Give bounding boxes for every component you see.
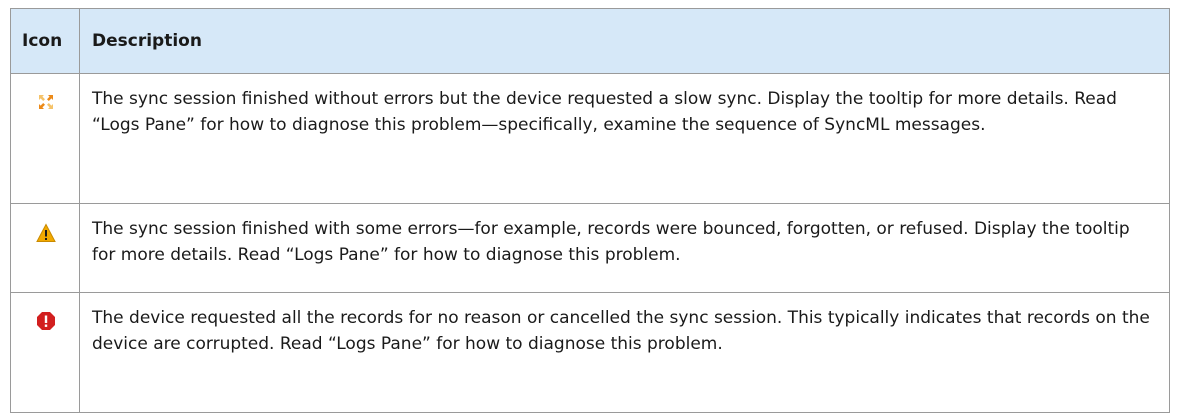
description-cell: The sync session finished without errors… bbox=[79, 73, 1170, 204]
status-icon-table: Icon Description The sync session finish… bbox=[10, 8, 1170, 413]
column-header-icon: Icon bbox=[10, 8, 80, 74]
slow-sync-icon bbox=[36, 92, 56, 112]
error-stop-icon bbox=[36, 311, 56, 331]
icon-cell bbox=[10, 203, 80, 293]
warning-icon bbox=[36, 223, 56, 243]
description-cell: The device requested all the records for… bbox=[79, 292, 1170, 413]
table-row: The sync session finished without errors… bbox=[10, 73, 1170, 204]
table-row: The sync session finished with some erro… bbox=[10, 203, 1170, 293]
icon-cell bbox=[10, 292, 80, 413]
status-icon-table-container: Icon Description The sync session finish… bbox=[10, 8, 1170, 413]
description-cell: The sync session finished with some erro… bbox=[79, 203, 1170, 293]
column-header-description: Description bbox=[79, 8, 1170, 74]
table-row: The device requested all the records for… bbox=[10, 292, 1170, 413]
icon-cell bbox=[10, 73, 80, 204]
table-header-row: Icon Description bbox=[10, 8, 1170, 74]
